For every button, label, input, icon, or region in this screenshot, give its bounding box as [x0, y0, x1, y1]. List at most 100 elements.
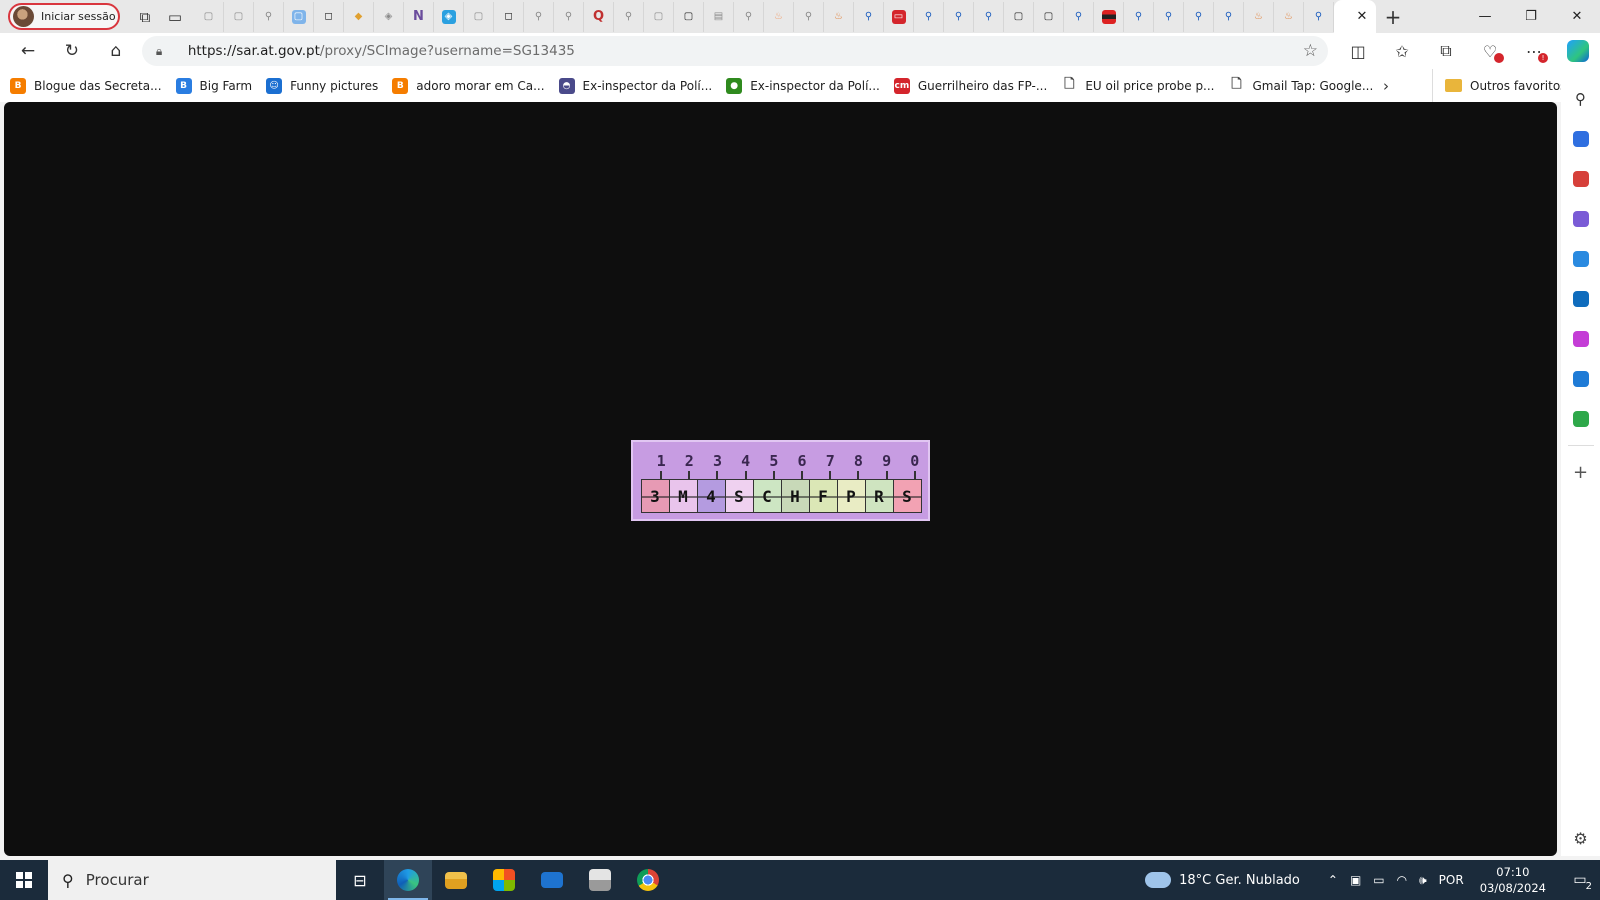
tab-maps[interactable]: ◆: [344, 1, 374, 32]
tab-page[interactable]: ▢: [284, 1, 314, 32]
tab-search[interactable]: ⚲: [614, 1, 644, 32]
printer-app-icon[interactable]: [576, 860, 624, 900]
tab-page[interactable]: Q: [584, 1, 614, 32]
mail-icon[interactable]: [528, 860, 576, 900]
tab-search[interactable]: ⚲: [1184, 1, 1214, 32]
chrome-icon[interactable]: [624, 860, 672, 900]
other-favorites-folder[interactable]: Outros favoritos: [1432, 69, 1566, 102]
tree-icon[interactable]: [1561, 399, 1600, 439]
bookmark-item[interactable]: B Blogue das Secreta...: [10, 77, 162, 94]
volume-icon[interactable]: 🕪︎: [1419, 873, 1427, 888]
tab-page[interactable]: [1094, 1, 1124, 32]
start-button[interactable]: [0, 860, 48, 900]
tab-page[interactable]: ▢: [674, 1, 704, 32]
tab-search[interactable]: ⚲: [524, 1, 554, 32]
tab-page[interactable]: N: [404, 1, 434, 32]
store-icon[interactable]: [480, 860, 528, 900]
taskbar-search[interactable]: ⚲ Procurar: [48, 860, 336, 900]
profile-button[interactable]: Iniciar sessão: [8, 3, 120, 30]
tab-page[interactable]: ▢: [1034, 1, 1064, 32]
restore-button[interactable]: ❐: [1508, 0, 1554, 33]
sidebar-add-icon[interactable]: +: [1561, 452, 1600, 492]
bookmark-item[interactable]: Badoro morar em Ca...: [392, 77, 545, 94]
tools-icon[interactable]: [1561, 159, 1600, 199]
tab-page[interactable]: ♨: [1244, 1, 1274, 32]
tab-page[interactable]: ▭: [884, 1, 914, 32]
copilot-icon[interactable]: [1556, 33, 1600, 69]
sidebar-settings-icon[interactable]: ⚙: [1561, 829, 1600, 848]
close-window-button[interactable]: ✕: [1554, 0, 1600, 33]
wifi-icon[interactable]: ◠: [1397, 873, 1407, 887]
tab-page[interactable]: ◈: [374, 1, 404, 32]
bookmark-item[interactable]: ● Ex-inspector da Polí...: [726, 77, 880, 94]
chevron-up-icon[interactable]: ⌃: [1328, 873, 1338, 887]
tab-search[interactable]: ⚲: [254, 1, 284, 32]
tab-page[interactable]: ▢: [1004, 1, 1034, 32]
minimize-button[interactable]: —: [1462, 0, 1508, 33]
tab-page[interactable]: ♨: [764, 1, 794, 32]
bookmark-item[interactable]: cm Guerrilheiro das FP-...: [893, 77, 1047, 94]
file-explorer-icon[interactable]: [432, 860, 480, 900]
tab-page[interactable]: ◻: [314, 1, 344, 32]
weather-widget[interactable]: 18°C Ger. Nublado: [1145, 866, 1300, 888]
clock[interactable]: 07:10 03/08/2024: [1480, 864, 1546, 896]
tab-search[interactable]: ⚲: [1214, 1, 1244, 32]
tab-page[interactable]: ◻: [494, 1, 524, 32]
edge-app-icon[interactable]: [384, 860, 432, 900]
close-tab-icon[interactable]: ✕: [1357, 9, 1368, 24]
performance-icon[interactable]: ♡: [1468, 33, 1512, 69]
shopping-icon[interactable]: [1561, 119, 1600, 159]
tab-page[interactable]: ◈: [434, 1, 464, 32]
url-text[interactable]: https://sar.at.gov.pt/proxy/SCImage?user…: [188, 43, 1303, 59]
refresh-icon[interactable]: ↻: [50, 33, 94, 69]
tab-page[interactable]: ▤: [704, 1, 734, 32]
tab-page[interactable]: ♨: [824, 1, 854, 32]
tab-page[interactable]: ▢: [644, 1, 674, 32]
tab-search[interactable]: ⚲: [974, 1, 1004, 32]
split-screen-icon[interactable]: ◫: [1336, 33, 1380, 69]
office-icon[interactable]: [1561, 239, 1600, 279]
notifications-icon[interactable]: ▭ 2: [1560, 860, 1600, 900]
tab-active[interactable]: ✕: [1334, 0, 1376, 33]
tab-search[interactable]: ⚲: [734, 1, 764, 32]
tab-search[interactable]: ⚲: [1064, 1, 1094, 32]
favorites-icon[interactable]: ✩: [1380, 33, 1424, 69]
tab-search[interactable]: ⚲: [554, 1, 584, 32]
outlook-icon[interactable]: [1561, 279, 1600, 319]
tab-search[interactable]: ⚲: [1304, 1, 1334, 32]
bookmark-item[interactable]: ◓ Ex-inspector da Polí...: [558, 77, 712, 94]
bookmarks-overflow-icon[interactable]: ›: [1383, 69, 1389, 102]
bookmark-item[interactable]: ☺ Funny pictures: [266, 77, 378, 94]
tab-search[interactable]: ⚲: [944, 1, 974, 32]
address-bar[interactable]: 🔒︎ https://sar.at.gov.pt/proxy/SCImage?u…: [141, 36, 1329, 66]
tab-search[interactable]: ⚲: [1124, 1, 1154, 32]
new-tab-button[interactable]: +: [1376, 2, 1410, 32]
tab-page[interactable]: ▢: [194, 1, 224, 32]
tab-page[interactable]: ♨: [1274, 1, 1304, 32]
designer-icon[interactable]: [1561, 319, 1600, 359]
back-icon[interactable]: ←: [6, 33, 50, 69]
send-icon[interactable]: [1561, 359, 1600, 399]
bookmark-item[interactable]: 🗋 EU oil price probe p...: [1061, 77, 1215, 94]
tab-page[interactable]: ▢: [224, 1, 254, 32]
bookmark-item[interactable]: B Big Farm: [175, 77, 252, 94]
meet-icon[interactable]: ▣: [1350, 873, 1361, 887]
workspaces-icon[interactable]: ⧉: [130, 2, 160, 32]
tab-search[interactable]: ⚲: [854, 1, 884, 32]
games-icon[interactable]: [1561, 199, 1600, 239]
task-view-icon[interactable]: ⊟: [336, 860, 384, 900]
tab-search[interactable]: ⚲: [1154, 1, 1184, 32]
tab-search[interactable]: ⚲: [914, 1, 944, 32]
language-indicator[interactable]: POR: [1439, 873, 1464, 887]
sidebar-search-icon[interactable]: ⚲: [1561, 79, 1600, 119]
tab-page[interactable]: ▢: [464, 1, 494, 32]
home-icon[interactable]: ⌂: [94, 33, 138, 69]
lock-icon[interactable]: 🔒︎: [156, 44, 176, 59]
more-menu-icon[interactable]: ⋯!: [1512, 33, 1556, 69]
bookmark-item[interactable]: 🗋 Gmail Tap: Google...: [1228, 77, 1373, 94]
battery-icon[interactable]: ▭: [1373, 873, 1384, 887]
collections-icon[interactable]: ⧉: [1424, 33, 1468, 69]
tab-actions-icon[interactable]: ▭: [160, 2, 190, 32]
tab-search[interactable]: ⚲: [794, 1, 824, 32]
favorite-star-icon[interactable]: ☆: [1303, 41, 1318, 61]
